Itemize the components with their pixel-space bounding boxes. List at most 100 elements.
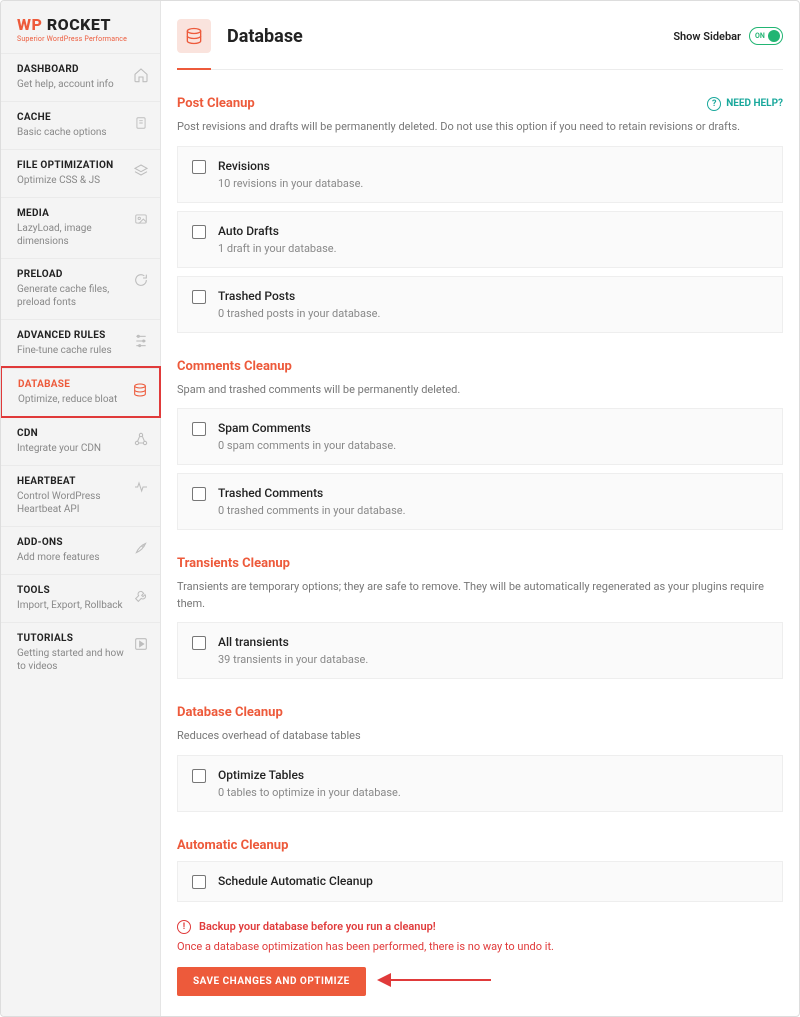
sidebar-item-dashboard[interactable]: DASHBOARD Get help, account info [1, 53, 160, 101]
nav-desc: Optimize CSS & JS [17, 174, 126, 187]
image-icon [132, 210, 150, 228]
arrow-line [391, 979, 491, 981]
section-transients-cleanup: Transients Cleanup Transients are tempor… [177, 556, 783, 679]
section-automatic-cleanup: Automatic Cleanup Schedule Automatic Cle… [177, 838, 783, 902]
rocket-icon [132, 539, 150, 557]
logo-rocket: ROCKET [42, 15, 111, 34]
nav-title: CDN [17, 428, 126, 439]
main-content: Database Show Sidebar ON Post Cleanup ? … [161, 1, 799, 1016]
toggle-state: ON [755, 32, 765, 40]
sidebar-item-tools[interactable]: TOOLS Import, Export, Rollback [1, 574, 160, 622]
nav-desc: Get help, account info [17, 78, 126, 91]
option-sub: 0 trashed posts in your database. [218, 307, 768, 320]
checkbox-trashed-comments[interactable] [192, 487, 206, 501]
need-help-link[interactable]: ? NEED HELP? [707, 97, 783, 111]
play-icon [132, 635, 150, 653]
page-title: Database [227, 26, 303, 47]
sidebar-item-preload[interactable]: PRELOAD Generate cache files, preload fo… [1, 258, 160, 319]
option-label: Trashed Comments [218, 486, 768, 500]
toggle-switch[interactable]: ON [749, 27, 783, 45]
sidebar-item-media[interactable]: MEDIA LazyLoad, image dimensions [1, 197, 160, 258]
checkbox-optimize-tables[interactable] [192, 769, 206, 783]
checkbox-all-transients[interactable] [192, 636, 206, 650]
database-icon [177, 19, 211, 53]
option-label: Optimize Tables [218, 768, 768, 782]
section-desc: Post revisions and drafts will be perman… [177, 119, 783, 136]
page-header: Database Show Sidebar ON [177, 1, 783, 70]
document-icon [132, 114, 150, 132]
section-database-cleanup: Database Cleanup Reduces overhead of dat… [177, 705, 783, 812]
toggle-knob [768, 30, 780, 42]
exclamation-icon: ! [177, 920, 191, 934]
section-title: Database Cleanup [177, 705, 283, 720]
checkbox-revisions[interactable] [192, 160, 206, 174]
nav-title: PRELOAD [17, 269, 126, 280]
need-help-label: NEED HELP? [726, 98, 783, 109]
option-spam-comments: Spam Comments 0 spam comments in your da… [177, 408, 783, 465]
option-sub: 10 revisions in your database. [218, 177, 768, 190]
wrench-icon [132, 587, 150, 605]
sliders-icon [132, 332, 150, 350]
nav-desc: LazyLoad, image dimensions [17, 222, 126, 248]
logo: WP ROCKET Superior WordPress Performance [1, 1, 160, 53]
option-sub: 1 draft in your database. [218, 242, 768, 255]
nav-title: DASHBOARD [17, 64, 126, 75]
sidebar-item-database[interactable]: DATABASE Optimize, reduce bloat [2, 368, 159, 416]
sidebar-item-cdn[interactable]: CDN Integrate your CDN [1, 417, 160, 465]
section-title: Automatic Cleanup [177, 838, 288, 853]
network-icon [132, 430, 150, 448]
nav-title: TUTORIALS [17, 633, 126, 644]
section-post-cleanup: Post Cleanup ? NEED HELP? Post revisions… [177, 96, 783, 333]
nav-desc: Add more features [17, 551, 126, 564]
checkbox-spam-comments[interactable] [192, 422, 206, 436]
nav-title: FILE OPTIMIZATION [17, 160, 126, 171]
logo-wp: WP [17, 15, 42, 34]
section-title: Transients Cleanup [177, 556, 290, 571]
nav-desc: Basic cache options [17, 126, 126, 139]
option-label: Spam Comments [218, 421, 768, 435]
sidebar-item-advanced-rules[interactable]: ADVANCED RULES Fine-tune cache rules [1, 319, 160, 367]
home-icon [132, 66, 150, 84]
nav-desc: Import, Export, Rollback [17, 599, 126, 612]
option-sub: 39 transients in your database. [218, 653, 768, 666]
heartbeat-icon [132, 478, 150, 496]
sidebar-item-file-optimization[interactable]: FILE OPTIMIZATION Optimize CSS & JS [1, 149, 160, 197]
nav-desc: Control WordPress Heartbeat API [17, 490, 126, 516]
sidebar-item-cache[interactable]: CACHE Basic cache options [1, 101, 160, 149]
warning-backup: ! Backup your database before you run a … [177, 920, 783, 934]
nav-desc: Integrate your CDN [17, 442, 126, 455]
database-icon [131, 381, 149, 399]
option-label: Auto Drafts [218, 224, 768, 238]
nav-title: ADVANCED RULES [17, 330, 126, 341]
sidebar-item-tutorials[interactable]: TUTORIALS Getting started and how to vid… [1, 622, 160, 683]
show-sidebar-toggle[interactable]: Show Sidebar ON [673, 27, 783, 45]
warning-subtext: Once a database optimization has been pe… [177, 940, 783, 953]
nav-desc: Generate cache files, preload fonts [17, 283, 126, 309]
checkbox-schedule-cleanup[interactable] [192, 875, 206, 889]
option-label: Schedule Automatic Cleanup [218, 874, 768, 888]
option-label: All transients [218, 635, 768, 649]
nav-desc: Optimize, reduce bloat [18, 393, 125, 406]
section-desc: Spam and trashed comments will be perman… [177, 382, 783, 399]
refresh-icon [132, 271, 150, 289]
nav-title: ADD-ONS [17, 537, 126, 548]
option-all-transients: All transients 39 transients in your dat… [177, 622, 783, 679]
section-comments-cleanup: Comments Cleanup Spam and trashed commen… [177, 359, 783, 531]
checkbox-auto-drafts[interactable] [192, 225, 206, 239]
toggle-label: Show Sidebar [673, 30, 741, 43]
nav-desc: Getting started and how to videos [17, 647, 126, 673]
option-trashed-comments: Trashed Comments 0 trashed comments in y… [177, 473, 783, 530]
checkbox-trashed-posts[interactable] [192, 290, 206, 304]
nav-title: CACHE [17, 112, 126, 123]
nav-title: HEARTBEAT [17, 476, 126, 487]
layers-icon [132, 162, 150, 180]
option-label: Trashed Posts [218, 289, 768, 303]
sidebar-item-heartbeat[interactable]: HEARTBEAT Control WordPress Heartbeat AP… [1, 465, 160, 526]
sidebar-item-addons[interactable]: ADD-ONS Add more features [1, 526, 160, 574]
save-optimize-button[interactable]: SAVE CHANGES AND OPTIMIZE [177, 967, 366, 996]
option-sub: 0 tables to optimize in your database. [218, 786, 768, 799]
section-title: Comments Cleanup [177, 359, 292, 374]
sidebar-highlight-annotation: DATABASE Optimize, reduce bloat [0, 366, 161, 418]
section-desc: Transients are temporary options; they a… [177, 579, 783, 612]
logo-text: WP ROCKET [17, 15, 144, 34]
